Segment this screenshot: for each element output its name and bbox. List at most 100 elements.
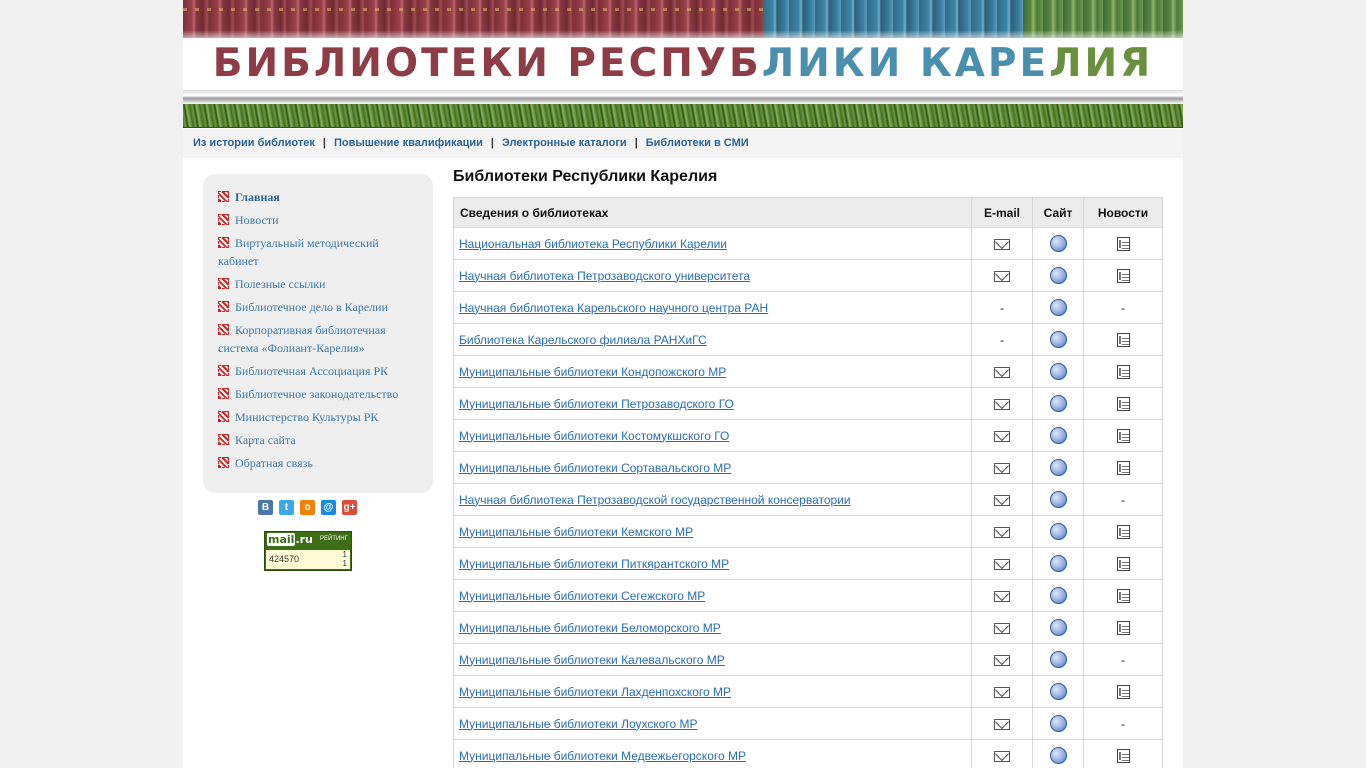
website-icon[interactable]: [1049, 395, 1067, 412]
website-icon[interactable]: [1049, 651, 1067, 668]
website-icon[interactable]: [1049, 427, 1067, 444]
email-icon[interactable]: [994, 270, 1010, 282]
sidebar-item: Полезные ссылки: [218, 275, 419, 293]
sidebar-link[interactable]: Библиотечная Ассоциация РК: [235, 364, 388, 378]
sidebar-link[interactable]: Библиотечное дело в Карелии: [235, 300, 388, 314]
news-icon[interactable]: [1116, 332, 1130, 347]
website-icon[interactable]: [1049, 491, 1067, 508]
email-icon[interactable]: [994, 622, 1010, 634]
website-icon[interactable]: [1049, 747, 1067, 764]
email-icon[interactable]: [994, 686, 1010, 698]
website-icon[interactable]: [1049, 299, 1067, 316]
library-link[interactable]: Научная библиотека Карельского научного …: [459, 301, 768, 315]
sidebar-link[interactable]: Библиотечное законодательство: [235, 387, 398, 401]
library-link[interactable]: Научная библиотека Петрозаводского униве…: [459, 269, 750, 283]
email-icon[interactable]: [994, 750, 1010, 762]
website-icon[interactable]: [1049, 235, 1067, 252]
website-icon[interactable]: [1049, 683, 1067, 700]
nav-link-media[interactable]: Библиотеки в СМИ: [646, 137, 749, 149]
nav-link-catalogs[interactable]: Электронные каталоги: [502, 137, 627, 149]
sidebar-item: Библиотечное законодательство: [218, 385, 419, 403]
column-header-news: Новости: [1083, 197, 1163, 228]
library-link[interactable]: Муниципальные библиотеки Лахденпохского …: [459, 685, 731, 699]
library-link[interactable]: Муниципальные библиотеки Калевальского М…: [459, 653, 725, 667]
news-icon[interactable]: [1116, 428, 1130, 443]
email-icon[interactable]: [994, 238, 1010, 250]
news-icon[interactable]: [1116, 620, 1130, 635]
nav-link-history[interactable]: Из истории библиотек: [193, 137, 315, 149]
sidebar-link[interactable]: Корпоративная библиотечная система «Фоли…: [218, 323, 386, 355]
sidebar-link[interactable]: Карта сайта: [235, 433, 296, 447]
email-icon[interactable]: [994, 366, 1010, 378]
table-row: Национальная библиотека Республики Карел…: [453, 227, 1163, 260]
website-icon[interactable]: [1049, 587, 1067, 604]
library-link[interactable]: Национальная библиотека Республики Карел…: [459, 237, 727, 251]
email-icon[interactable]: [994, 526, 1010, 538]
website-icon[interactable]: [1049, 267, 1067, 284]
library-link[interactable]: Муниципальные библиотеки Костомукшского …: [459, 429, 729, 443]
website-icon[interactable]: [1049, 459, 1067, 476]
sidebar-link[interactable]: Новости: [235, 213, 279, 227]
site-cell: [1032, 355, 1084, 388]
sidebar-link[interactable]: Министерство Культуры РК: [235, 410, 378, 424]
nav-link-qualification[interactable]: Повышение квалификации: [334, 137, 483, 149]
googleplus-icon[interactable]: g+: [342, 500, 357, 515]
website-icon[interactable]: [1049, 331, 1067, 348]
mailru-rating-counter[interactable]: mail.ru РЕЙТИНГ 424570 11: [264, 531, 352, 571]
news-icon[interactable]: [1116, 588, 1130, 603]
email-icon[interactable]: [994, 430, 1010, 442]
news-icon[interactable]: [1116, 396, 1130, 411]
library-link[interactable]: Муниципальные библиотеки Сортавальского …: [459, 461, 731, 475]
news-icon[interactable]: [1116, 236, 1130, 251]
news-icon[interactable]: [1116, 268, 1130, 283]
library-link[interactable]: Муниципальные библиотеки Петрозаводского…: [459, 397, 734, 411]
news-icon[interactable]: [1116, 556, 1130, 571]
vk-icon[interactable]: В: [258, 500, 273, 515]
news-icon[interactable]: [1116, 364, 1130, 379]
news-cell: [1083, 227, 1163, 260]
website-icon[interactable]: [1049, 523, 1067, 540]
website-icon[interactable]: [1049, 363, 1067, 380]
top-navigation: Из истории библиотек | Повышение квалифика…: [183, 129, 1183, 158]
library-link[interactable]: Муниципальные библиотеки Сегежского МР: [459, 589, 705, 603]
sidebar-link[interactable]: Главная: [235, 190, 280, 204]
email-icon[interactable]: [994, 398, 1010, 410]
sidebar-link[interactable]: Полезные ссылки: [235, 277, 325, 291]
library-link[interactable]: Муниципальные библиотеки Беломорского МР: [459, 621, 721, 635]
news-icon[interactable]: [1116, 684, 1130, 699]
email-icon[interactable]: [994, 494, 1010, 506]
social-share-bar: Вt о @ g+: [258, 500, 363, 515]
library-link[interactable]: Муниципальные библиотеки Медвежьегорског…: [459, 749, 746, 763]
email-cell: [971, 611, 1033, 644]
email-icon[interactable]: [994, 590, 1010, 602]
website-icon[interactable]: [1049, 715, 1067, 732]
library-link[interactable]: Муниципальные библиотеки Кондопожского М…: [459, 365, 726, 379]
table-row: Муниципальные библиотеки Лахденпохского …: [453, 675, 1163, 708]
sidebar-link[interactable]: Обратная связь: [235, 456, 313, 470]
library-link[interactable]: Муниципальные библиотеки Кемского МР: [459, 525, 693, 539]
website-icon[interactable]: [1049, 619, 1067, 636]
library-link[interactable]: Научная библиотека Петрозаводской госуда…: [459, 493, 851, 507]
library-link[interactable]: Библиотека Карельского филиала РАНХиГС: [459, 333, 707, 347]
odnoklassniki-icon[interactable]: о: [300, 500, 315, 515]
email-icon[interactable]: [994, 462, 1010, 474]
email-icon[interactable]: [994, 558, 1010, 570]
mailru-icon[interactable]: @: [321, 500, 336, 515]
email-cell: [971, 547, 1033, 580]
email-cell: [971, 451, 1033, 484]
news-icon[interactable]: [1116, 524, 1130, 539]
sidebar-item: Новости: [218, 211, 419, 229]
site-banner[interactable]: БИБЛИОТЕКИ РЕСПУБЛИКИ КАРЕЛИЯ: [183, 0, 1183, 128]
library-link[interactable]: Муниципальные библиотеки Лоухского МР: [459, 717, 698, 731]
website-icon[interactable]: [1049, 555, 1067, 572]
sidebar-link[interactable]: Виртуальный методический кабинет: [218, 236, 379, 268]
email-icon[interactable]: [994, 718, 1010, 730]
library-link[interactable]: Муниципальные библиотеки Питкярантского …: [459, 557, 729, 571]
news-icon[interactable]: [1116, 748, 1130, 763]
twitter-icon[interactable]: t: [279, 500, 294, 515]
email-icon[interactable]: [994, 654, 1010, 666]
counter-small: 11: [343, 550, 347, 568]
table-row: Муниципальные библиотеки Медвежьегорског…: [453, 739, 1163, 768]
bullet-icon: [218, 457, 229, 468]
news-icon[interactable]: [1116, 460, 1130, 475]
